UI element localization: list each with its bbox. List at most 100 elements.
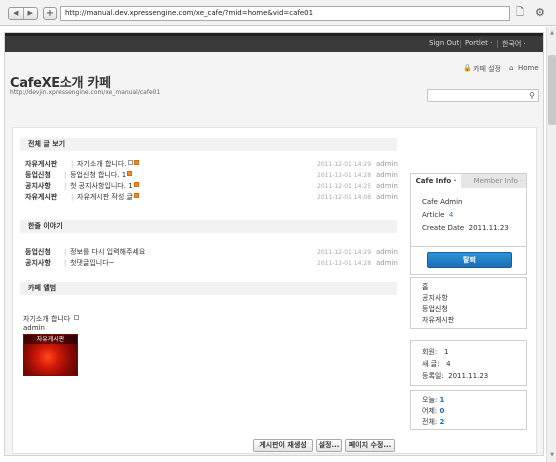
divider: | — [64, 259, 67, 267]
divider: | — [71, 193, 74, 201]
list-item[interactable]: 등업신청 | 등업신청 합니다. 1 2011-12-01 14:28 admi… — [25, 171, 398, 180]
cafe-admin-label: Cafe Admin — [422, 198, 463, 206]
article-count: Article 4 — [422, 211, 454, 219]
gnb-divider — [460, 40, 461, 48]
cafe-info-card: Cafe Admin Article 4 Create Date 2011.11… — [410, 188, 527, 247]
post-category[interactable]: 등업신청 — [25, 248, 51, 257]
album-author: admin — [23, 324, 45, 332]
post-title[interactable]: 정보를 다시 입력해주세요 — [70, 248, 145, 257]
visitors-yesterday: 어제: 0 — [422, 407, 445, 415]
site-url[interactable]: http://devjin.xpressengine.com/xe_manual… — [10, 89, 160, 96]
new-badge-icon — [133, 193, 139, 198]
portlet-menu[interactable]: Portlet · — [465, 39, 492, 47]
post-date: 2011-12-01 14:08 — [317, 194, 372, 201]
address-bar[interactable]: http://manual.dev.xpressengine.com/xe_ca… — [60, 6, 510, 21]
visitor-stats-card: 오늘: 1 어제: 0 전체: 2 — [410, 390, 527, 430]
section-title-all-posts[interactable]: 전체 글 보기 — [20, 138, 397, 151]
page-edit-button[interactable]: 페이지 수정... — [345, 439, 395, 452]
album-thumbnail[interactable]: 자유게시판 — [23, 334, 78, 376]
thumbnail-label: 자유게시판 — [24, 335, 77, 344]
post-category[interactable]: 공지사항 — [25, 182, 51, 191]
search-input[interactable]: ⚲ — [427, 89, 539, 102]
divider: | — [64, 171, 67, 179]
create-date: Create Date 2011.11.23 — [422, 224, 509, 232]
list-item[interactable]: 공지사항 | 첫 공지사항입니다. 1 2011-12-01 14:25 adm… — [25, 182, 398, 191]
post-title[interactable]: 첫댓글입니다~ — [70, 259, 115, 268]
post-title[interactable]: 등업신청 합니다. 1 — [70, 171, 133, 180]
new-badge-icon — [127, 171, 133, 176]
scroll-thumb[interactable] — [548, 55, 556, 125]
sidebar-item-free-board[interactable]: 자유게시판 — [422, 315, 454, 325]
sidebar-item-notice[interactable]: 공지사항 — [422, 293, 448, 303]
image-badge-icon — [127, 160, 133, 165]
page-menu-icon[interactable]: 🗋 — [516, 7, 526, 19]
scroll-down-icon[interactable]: ▼ — [548, 451, 556, 459]
post-date: 2011-12-01 14:25 — [317, 183, 372, 190]
cafe-settings-link[interactable]: 카페 설정 — [473, 64, 501, 74]
new-badge-icon — [133, 160, 139, 165]
vertical-scrollbar[interactable]: ▲ ▼ — [546, 27, 556, 462]
album-caption[interactable]: 자기소개 합니다 — [23, 314, 79, 324]
gear-icon[interactable]: ⚙ — [535, 6, 549, 20]
back-icon[interactable]: ◀ — [9, 8, 23, 19]
sign-out-link[interactable]: Sign Out — [429, 39, 459, 47]
post-category[interactable]: 자유게시판 — [25, 160, 57, 169]
post-author[interactable]: admin — [376, 160, 398, 169]
language-menu[interactable]: 한국어 · — [502, 39, 526, 49]
list-item[interactable]: 자유게시판 | 자기소개 합니다. 2011-12-01 14:29 admin — [25, 160, 398, 169]
tab-cafe-info[interactable]: Cafe Info · — [411, 174, 461, 189]
global-nav-bar: Sign Out Portlet · 한국어 · — [5, 33, 543, 52]
divider: | — [71, 160, 74, 168]
post-category[interactable]: 공지사항 — [25, 259, 51, 268]
post-title[interactable]: 자기소개 합니다. — [77, 160, 139, 169]
join-card: 탈퇴 — [410, 247, 527, 275]
post-author[interactable]: admin — [376, 182, 398, 191]
home-icon: ⌂ — [509, 64, 514, 72]
divider: | — [64, 248, 67, 256]
post-author[interactable]: admin — [376, 248, 398, 257]
cafe-stats-card: 회원: 1 새 글: 4 등록일: 2011.11.23 — [410, 340, 527, 386]
section-title-album[interactable]: 카페 앨범 — [20, 282, 397, 295]
list-item[interactable]: 자유게시판 | 자유게시판 작성 글 2011-12-01 14:08 admi… — [25, 193, 398, 202]
visitors-total: 전체: 2 — [422, 418, 445, 426]
image-badge-icon — [73, 315, 79, 320]
list-item[interactable]: 등업신청 | 정보를 다시 입력해주세요 2011-12-01 14:29 ad… — [25, 248, 398, 257]
history-buttons: ◀ ▶ — [8, 7, 38, 20]
post-author[interactable]: admin — [376, 171, 398, 180]
cafe-site: Sign Out Portlet · 한국어 · CafeXE소개 카페 htt… — [4, 32, 544, 456]
post-author[interactable]: admin — [376, 259, 398, 268]
board-create-button[interactable]: 게시판이 재생성 — [253, 439, 313, 452]
cafe-menu-card: 홈 공지사항 등업신청 자유게시판 — [410, 277, 527, 329]
settings-button[interactable]: 설정... — [316, 439, 342, 452]
comment-count: 1 — [121, 171, 127, 179]
forward-icon[interactable]: ▶ — [22, 8, 38, 19]
member-count: 회원: 1 — [422, 348, 449, 356]
post-date: 2011-12-01 14:29 — [317, 161, 372, 168]
leave-cafe-button[interactable]: 탈퇴 — [427, 252, 512, 268]
divider: | — [64, 182, 67, 190]
main-content: 전체 글 보기 자유게시판 | 자기소개 합니다. 2011-12-01 14:… — [12, 127, 537, 454]
add-bookmark-button[interactable]: + — [43, 7, 57, 20]
scroll-up-icon[interactable]: ▲ — [548, 29, 556, 37]
post-count: 새 글: 4 — [422, 360, 451, 368]
new-badge-icon — [133, 182, 139, 187]
tab-member-info[interactable]: Member Info · — [469, 174, 527, 189]
post-date: 2011-12-01 14:29 — [317, 249, 372, 256]
post-title[interactable]: 자유게시판 작성 글 — [77, 193, 139, 202]
sidebar-tabs: Cafe Info · Member Info · — [410, 173, 527, 189]
section-title-one-liner[interactable]: 한줄 이야기 — [20, 220, 397, 233]
post-title[interactable]: 첫 공지사항입니다. 1 — [70, 182, 139, 191]
sidebar-item-levelup[interactable]: 등업신청 — [422, 304, 448, 314]
post-date: 2011-12-01 14:28 — [317, 172, 372, 179]
browser-toolbar: ◀ ▶ + http://manual.dev.xpressengine.com… — [0, 0, 556, 26]
search-icon[interactable]: ⚲ — [529, 91, 535, 101]
list-item[interactable]: 공지사항 | 첫댓글입니다~ 2011-12-01 14:28 admin — [25, 259, 398, 268]
home-link[interactable]: Home — [518, 64, 539, 72]
sidebar-item-home[interactable]: 홈 — [422, 282, 428, 292]
post-category[interactable]: 자유게시판 — [25, 193, 57, 202]
post-date: 2011-12-01 14:28 — [317, 260, 372, 267]
post-author[interactable]: admin — [376, 193, 398, 202]
post-category[interactable]: 등업신청 — [25, 171, 51, 180]
lock-icon: 🔒 — [463, 64, 472, 72]
gnb-divider — [497, 40, 498, 48]
